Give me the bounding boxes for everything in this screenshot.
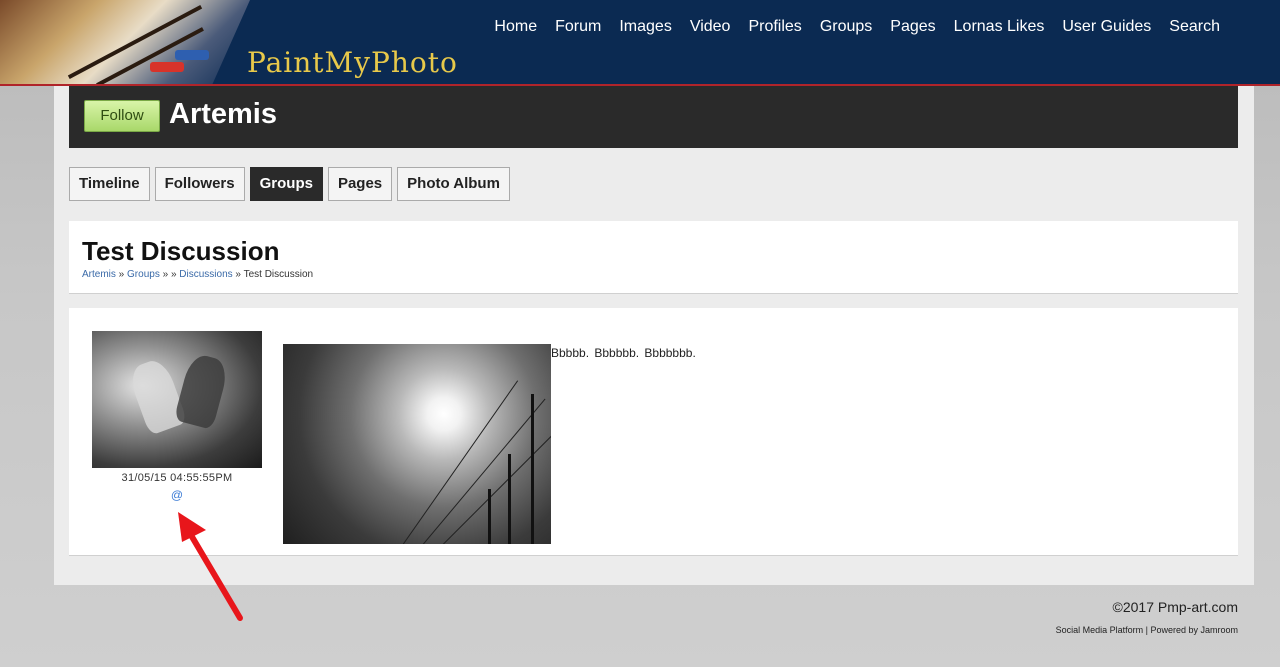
logo-image[interactable] [0, 0, 250, 84]
nav-video[interactable]: Video [690, 18, 731, 36]
nav-images[interactable]: Images [619, 18, 671, 36]
discussion-header: Test Discussion Artemis » Groups » » Dis… [69, 221, 1238, 294]
nav-search[interactable]: Search [1169, 18, 1220, 36]
post-text: Bbbbb. Bbbbbb. Bbbbbbb. [551, 346, 696, 360]
paint-tube-icon [175, 50, 209, 60]
breadcrumb-discussions[interactable]: Discussions [179, 269, 232, 280]
breadcrumb-separator: » [115, 269, 128, 280]
paint-tube-icon [150, 62, 184, 72]
post-timestamp: 31/05/15 04:55:55PM [121, 472, 233, 484]
site-header: PaintMyPhoto Home Forum Images Video Pro… [0, 0, 1280, 86]
breadcrumb-separator: » [232, 269, 244, 280]
avatar[interactable] [92, 331, 262, 468]
tab-followers[interactable]: Followers [154, 167, 245, 201]
nav-profiles[interactable]: Profiles [748, 18, 801, 36]
mast-shape [488, 489, 491, 544]
tab-pages[interactable]: Pages [327, 167, 393, 201]
tab-groups[interactable]: Groups [249, 167, 323, 201]
page-title: Test Discussion [82, 236, 280, 266]
profile-name[interactable]: Artemis [169, 98, 277, 131]
footer-copyright: ©2017 Pmp-art.com [1112, 599, 1238, 615]
site-name[interactable]: PaintMyPhoto [247, 46, 458, 79]
nav-user-guides[interactable]: User Guides [1062, 18, 1151, 36]
breadcrumb: Artemis » Groups » » Discussions » Test … [82, 269, 313, 280]
nav-home[interactable]: Home [494, 18, 537, 36]
breadcrumb-current: Test Discussion [243, 269, 314, 280]
red-arrow-annotation [178, 512, 243, 621]
nav-pages[interactable]: Pages [890, 18, 935, 36]
main-nav: Home Forum Images Video Profiles Groups … [494, 18, 1220, 36]
breadcrumb-groups[interactable]: Groups [127, 269, 160, 280]
tab-timeline[interactable]: Timeline [69, 167, 150, 201]
mast-shape [531, 394, 534, 544]
breadcrumb-artemis[interactable]: Artemis [82, 269, 116, 280]
breadcrumb-separator: » » [159, 269, 180, 280]
nav-forum[interactable]: Forum [555, 18, 601, 36]
horse-shape [126, 356, 188, 436]
tab-photo-album[interactable]: Photo Album [397, 167, 510, 201]
horse-shape [173, 352, 231, 430]
footer-platform-text[interactable]: Social Media Platform | Powered by Jamro… [1056, 625, 1238, 635]
follow-button[interactable]: Follow [84, 100, 160, 132]
profile-header: Follow Artemis [69, 86, 1238, 148]
post-image[interactable] [283, 344, 551, 544]
rigging-line [442, 423, 551, 544]
rigging-line [422, 398, 546, 544]
rigging-line [402, 380, 519, 544]
nav-groups[interactable]: Groups [820, 18, 872, 36]
nav-lornas-likes[interactable]: Lornas Likes [954, 18, 1045, 36]
mast-shape [508, 454, 511, 544]
profile-tabs: Timeline Followers Groups Pages Photo Al… [69, 167, 510, 201]
